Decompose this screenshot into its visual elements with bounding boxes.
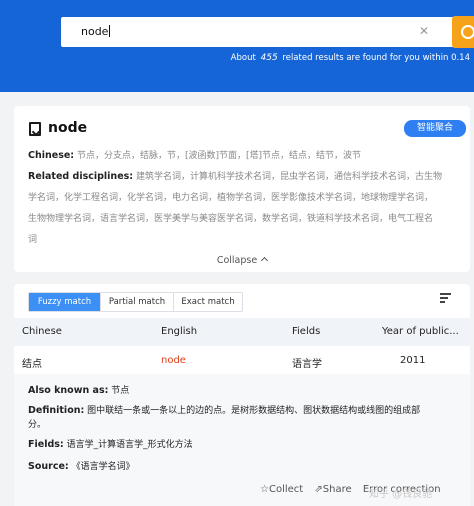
results-time: 0.14 xyxy=(451,53,470,63)
chinese-row: Chinese: 节点，分支点，结脉，节，[波函数]节面，[塔]节点，结点，结节… xyxy=(28,145,466,167)
header-english: English xyxy=(161,326,198,337)
search-input[interactable]: node ✕ xyxy=(61,16,474,48)
chinese-value: 节点，分支点，结脉，节，[波函数]节面，[塔]节点，结点，结节，波节 xyxy=(76,151,362,161)
results-count: 455 xyxy=(260,53,278,63)
definition-row: Definition: 图中联结一条或一条以上的边的点。是树形数据结构、图状数据… xyxy=(28,405,421,430)
table-header: Chinese English Fields Year of public... xyxy=(14,318,470,346)
fields-row: Fields: 语言学_计算语言学_形式化方法 xyxy=(28,439,193,450)
tab-partial-match[interactable]: Partial match xyxy=(101,293,174,311)
match-tabs: Fuzzy match Partial match Exact match xyxy=(28,292,243,312)
chevron-up-icon xyxy=(261,256,269,265)
word-card: node 智能聚合 Chinese: 节点，分支点，结脉，节，[波函数]节面，[… xyxy=(14,106,470,272)
chinese-label: Chinese: xyxy=(28,150,75,161)
bookmark-icon xyxy=(29,122,41,136)
table-row[interactable]: 结点 node 语言学 2011 xyxy=(14,350,470,372)
cell-year: 2011 xyxy=(400,355,426,366)
search-query: node xyxy=(81,25,109,38)
collapse-button[interactable]: Collapse xyxy=(14,255,470,266)
header-bar: node ✕ About 455 related results are fou… xyxy=(0,0,474,92)
sort-icon[interactable] xyxy=(440,292,452,304)
smart-aggregate-button[interactable]: 智能聚合 xyxy=(404,120,466,137)
collect-button[interactable]: ☆Collect xyxy=(260,484,303,495)
header-fields: Fields xyxy=(292,326,321,337)
watermark: 知乎 @钱良驰 xyxy=(369,489,433,500)
search-button[interactable] xyxy=(452,16,474,48)
results-summary: About 455 related results are found for … xyxy=(230,53,470,63)
text-caret xyxy=(109,25,111,37)
search-icon xyxy=(461,25,474,39)
disciplines-label: Related disciplines: xyxy=(28,171,134,182)
tab-fuzzy-match[interactable]: Fuzzy match xyxy=(29,293,101,311)
source-row: Source: 《语言学名词》 xyxy=(28,461,135,472)
close-icon[interactable]: ✕ xyxy=(419,24,429,38)
cell-fields: 语言学 xyxy=(292,359,322,370)
tab-exact-match[interactable]: Exact match xyxy=(174,293,242,311)
cell-english[interactable]: node xyxy=(161,355,186,366)
cell-chinese: 结点 xyxy=(22,359,42,370)
disciplines-row: Related disciplines: 建筑学名词，计算机科学技术名词，昆虫学… xyxy=(28,171,442,245)
word-title: node xyxy=(48,120,88,136)
share-button[interactable]: ⇗Share xyxy=(314,484,351,495)
header-chinese: Chinese xyxy=(22,326,62,337)
aka-row: Also known as: 节点 xyxy=(28,385,130,396)
header-year: Year of public... xyxy=(382,326,459,337)
term-detail: Also known as: 节点 Definition: 图中联结一条或一条以… xyxy=(14,374,470,506)
results-panel: Fuzzy match Partial match Exact match Ch… xyxy=(14,284,470,506)
